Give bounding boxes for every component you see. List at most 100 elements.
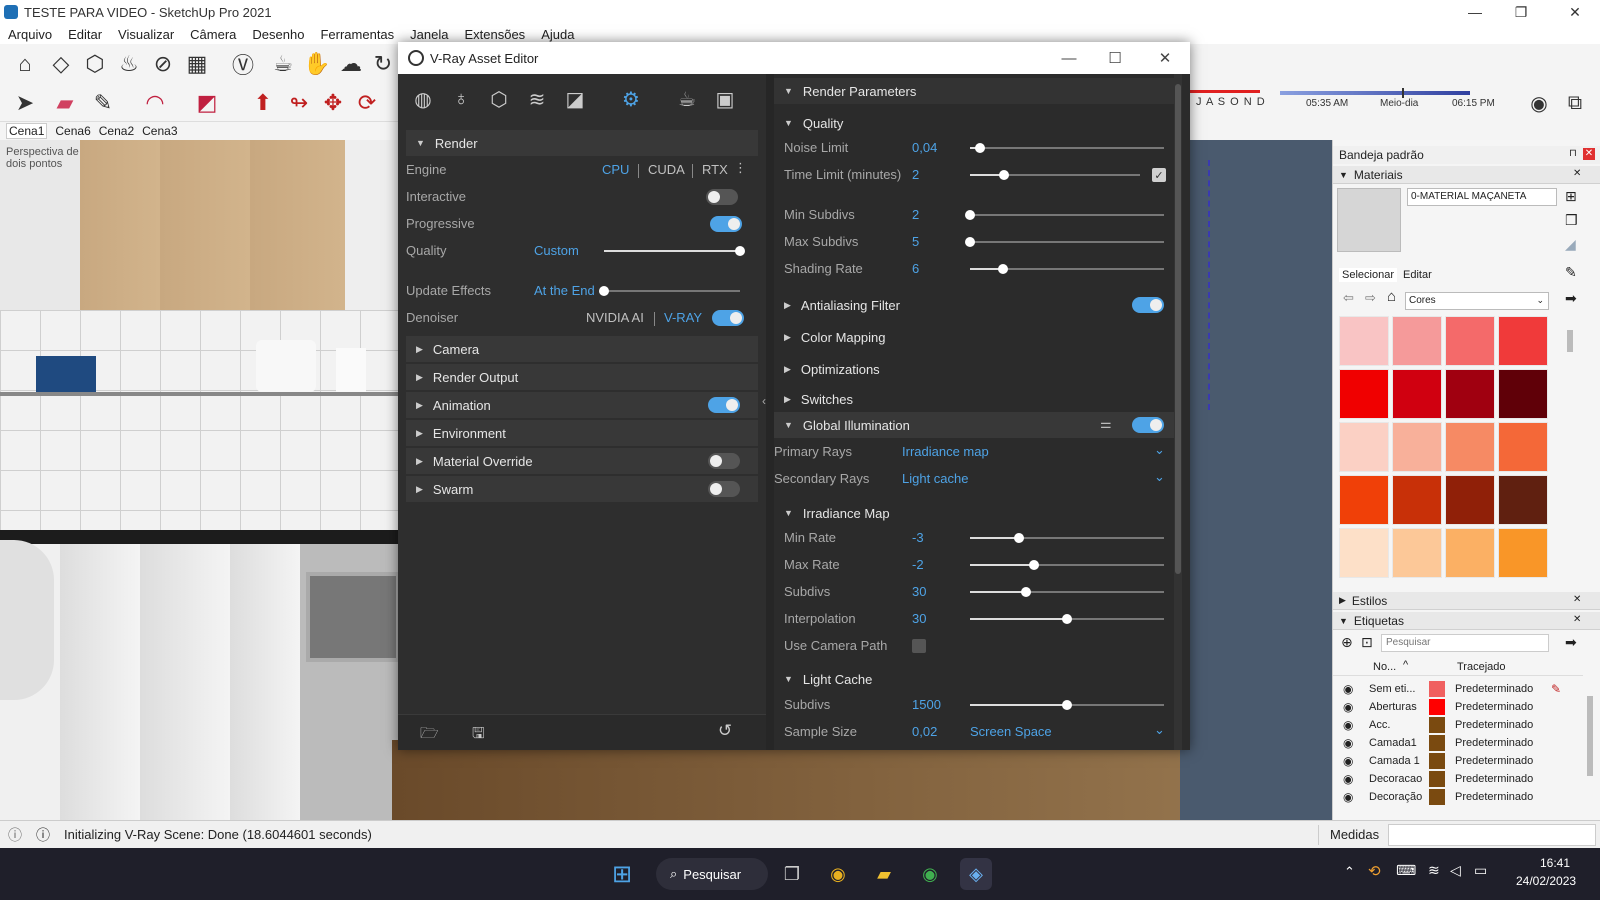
task-view-icon[interactable]: ❐ <box>776 858 808 890</box>
update-effects-slider[interactable] <box>599 286 740 296</box>
tag-row[interactable]: ◉ Camada 1 Predeterminado <box>1333 752 1583 770</box>
lc-subdivs-slider[interactable] <box>970 700 1164 710</box>
color-swatch[interactable] <box>1392 316 1442 366</box>
section-switches[interactable]: ▶ Switches <box>774 386 1174 412</box>
color-swatch[interactable] <box>1392 528 1442 578</box>
eye-icon[interactable]: ◉ <box>1343 700 1353 714</box>
tag-color-swatch[interactable] <box>1429 717 1445 733</box>
material-sample-icon[interactable]: ◢ <box>1565 236 1576 253</box>
quality-row-slider[interactable] <box>965 210 1164 220</box>
vray-logo-icon[interactable]: Ⓥ <box>228 49 258 79</box>
add-tag-icon[interactable]: ⊕ <box>1341 634 1353 651</box>
secondary-rays-chevron-icon[interactable]: ⌄ <box>1154 469 1165 485</box>
swatch-scrollbar[interactable] <box>1567 330 1573 352</box>
tag-name[interactable]: Acc. <box>1369 719 1390 731</box>
tags-close-icon[interactable]: ✕ <box>1573 614 1581 625</box>
lc-subdivs-value[interactable]: 1500 <box>912 697 941 712</box>
minimize-button[interactable]: — <box>1452 0 1498 24</box>
gi-section-header[interactable]: ▼ Global Illumination <box>774 412 1174 438</box>
material-default-icon[interactable]: ❒ <box>1565 212 1578 229</box>
quality-value[interactable]: Custom <box>534 243 579 258</box>
tag-color-swatch[interactable] <box>1429 771 1445 787</box>
tag-name[interactable]: Decoração <box>1369 791 1422 803</box>
color-swatch[interactable] <box>1339 369 1389 419</box>
info-icon[interactable]: ⓘ <box>36 825 50 845</box>
engine-more-icon[interactable]: ⋮ <box>734 160 747 176</box>
textures-category-icon[interactable]: ◪ <box>562 86 588 112</box>
styles-panel-header[interactable]: ▶ Estilos ✕ <box>1333 592 1600 610</box>
battery-icon[interactable]: ▭ <box>1474 862 1487 879</box>
section-color-mapping[interactable]: ▶ Color Mapping <box>774 324 1174 350</box>
menu-camera[interactable]: Câmera <box>190 27 236 42</box>
arc-icon[interactable]: ◠ <box>140 88 170 118</box>
quality-row-slider[interactable] <box>970 143 1164 153</box>
color-swatch[interactable] <box>1498 316 1548 366</box>
tag-row[interactable]: ◉ Acc. Predeterminado <box>1333 716 1583 734</box>
tag-dash[interactable]: Predeterminado <box>1455 773 1533 785</box>
primary-rays-value[interactable]: Irradiance map <box>902 444 989 459</box>
wifi-icon[interactable]: ≋ <box>1428 862 1440 879</box>
tag-name[interactable]: Sem eti... <box>1369 683 1415 695</box>
tag-dash[interactable]: Predeterminado <box>1455 683 1533 695</box>
eye-icon[interactable]: ◉ <box>1343 736 1353 750</box>
menu-editar[interactable]: Editar <box>68 27 102 42</box>
reset-icon[interactable]: ↺ <box>718 721 732 741</box>
tags-search-input[interactable]: Pesquisar <box>1381 634 1549 652</box>
quality-row-slider[interactable] <box>965 237 1164 247</box>
section-render-output[interactable]: ▶ Render Output <box>406 364 758 390</box>
rectangle-icon[interactable]: ◩ <box>192 88 222 118</box>
section-animation[interactable]: ▶ Animation <box>406 392 758 418</box>
lc-subdivs-slider-knob[interactable] <box>1062 700 1072 710</box>
slider-knob[interactable] <box>1029 560 1040 570</box>
collapse-left-icon[interactable]: ‹ <box>762 394 766 408</box>
color-swatch[interactable] <box>1498 475 1548 525</box>
render-section-header[interactable]: ▼ Render <box>406 130 758 156</box>
pin-icon[interactable]: ⊓ <box>1569 148 1577 159</box>
tag-dash[interactable]: Predeterminado <box>1455 791 1533 803</box>
quality-row-value[interactable]: 2 <box>912 207 919 222</box>
section-optimizations[interactable]: ▶ Optimizations <box>774 356 1174 382</box>
home-icon[interactable]: ⌂ <box>1387 288 1396 305</box>
iso-view-icon[interactable]: ◇ <box>46 49 76 79</box>
shadows-toggle-icon[interactable]: ◉ <box>1524 88 1554 118</box>
color-swatch[interactable] <box>1392 475 1442 525</box>
color-swatch[interactable] <box>1445 475 1495 525</box>
denoiser-vray-option[interactable]: V-RAY <box>664 310 702 325</box>
eraser-icon[interactable]: ▰ <box>50 88 80 118</box>
vray-scrollbar[interactable] <box>1174 74 1182 750</box>
sample-size-mode[interactable]: Screen Space <box>970 724 1052 739</box>
materials-category-icon[interactable]: ◍ <box>410 86 436 112</box>
section-toggle[interactable] <box>708 481 740 497</box>
color-swatch[interactable] <box>1339 528 1389 578</box>
create-material-icon[interactable]: ⊞ <box>1565 188 1577 205</box>
settings-gear-icon[interactable]: ⚙ <box>618 86 644 112</box>
slider-knob[interactable] <box>965 237 975 247</box>
tag-dash[interactable]: Predeterminado <box>1455 755 1533 767</box>
color-swatch[interactable] <box>1392 369 1442 419</box>
menu-extensoes[interactable]: Extensões <box>464 27 525 42</box>
library-select[interactable]: Cores ⌄ <box>1405 292 1549 310</box>
back-icon[interactable]: ⇦ <box>1343 290 1354 306</box>
vray-minimize-button[interactable]: — <box>1046 42 1092 74</box>
tag-name[interactable]: Aberturas <box>1369 701 1417 713</box>
geometry-category-icon[interactable]: ⬡ <box>486 86 512 112</box>
irradiance-section-header[interactable]: ▼ Irradiance Map <box>774 500 1174 526</box>
teapot-render-icon[interactable]: ☕ <box>268 49 298 79</box>
tag-pencil-icon[interactable]: ✎ <box>1551 682 1561 696</box>
add-folder-icon[interactable]: ⊡ <box>1361 634 1373 651</box>
tags-scrollbar[interactable] <box>1587 696 1593 776</box>
close-button[interactable]: ✕ <box>1552 0 1598 24</box>
pencil-icon[interactable]: ✎ <box>88 88 118 118</box>
irradiance-row-value[interactable]: 30 <box>912 584 926 599</box>
interactive-toggle[interactable] <box>706 189 738 205</box>
tag-dash[interactable]: Predeterminado <box>1455 719 1533 731</box>
section-camera[interactable]: ▶ Camera <box>406 336 758 362</box>
fog-icon[interactable]: ⧉ <box>1560 88 1590 118</box>
quality-row-slider[interactable] <box>970 170 1140 180</box>
render-parameters-header[interactable]: ▼ Render Parameters <box>774 78 1174 104</box>
eyedropper-icon[interactable]: ✎ <box>1565 264 1577 281</box>
vray-maximize-button[interactable]: ☐ <box>1092 42 1138 74</box>
sample-size-value[interactable]: 0,02 <box>912 724 937 739</box>
eye-icon[interactable]: ◉ <box>1343 754 1353 768</box>
scene-tab-cena2[interactable]: Cena2 <box>99 124 134 138</box>
